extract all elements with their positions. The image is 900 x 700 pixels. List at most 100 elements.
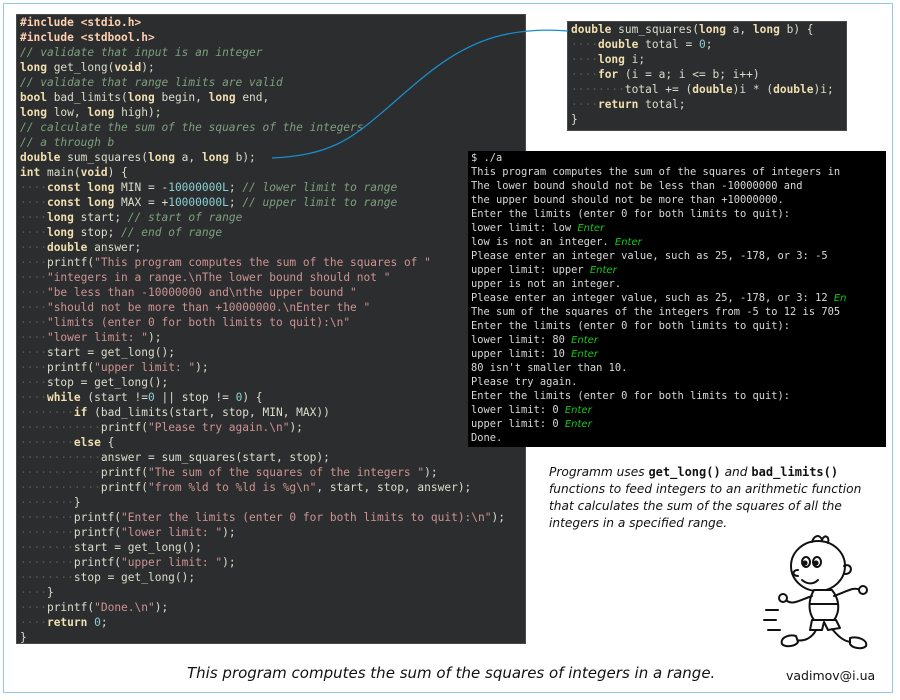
code-token: 0 <box>699 38 706 51</box>
code-token: ········ <box>20 406 74 419</box>
code-token: ; <box>228 196 243 209</box>
code-token: ···· <box>20 391 47 404</box>
enter-key-hint: En <box>833 293 847 304</box>
main-code-line: #include <stdio.h> <box>17 15 525 30</box>
function-code-line: ····return total; <box>568 97 846 112</box>
terminal-output: $ ./a This program computes the sum of th… <box>468 151 886 447</box>
enter-key-hint: Enter <box>589 265 617 276</box>
code-token: total; <box>638 98 686 111</box>
code-token: bool <box>20 91 47 104</box>
terminal-line: Enter the limits (enter 0 for both limit… <box>468 389 886 403</box>
code-token: "lower limit: " <box>121 526 223 539</box>
code-token: printf( <box>46 361 95 374</box>
code-token: ···· <box>20 301 47 314</box>
code-token: } <box>73 496 81 509</box>
terminal-text: upper is not an integer. <box>471 278 622 290</box>
terminal-line: upper limit: 10 Enter <box>468 347 886 361</box>
code-token: double <box>773 83 814 96</box>
main-code-line: // a through b <box>17 135 525 150</box>
code-token: double <box>597 38 639 51</box>
code-token: long <box>20 61 47 74</box>
code-token: main( <box>40 166 81 179</box>
sum-squares-code-panel: double sum_squares(long a, long b) {····… <box>567 21 847 131</box>
code-token: ) { <box>242 391 263 404</box>
code-token: high); <box>114 106 162 119</box>
code-token: answer; <box>87 241 142 254</box>
code-token: long <box>46 226 74 239</box>
code-token: } <box>20 631 27 644</box>
code-token: ···· <box>571 38 598 51</box>
code-token: // calculate the sum of the squares of t… <box>20 121 364 134</box>
main-code-line: ····double answer; <box>17 240 525 255</box>
main-code-line: // validate that input is an integer <box>17 45 525 60</box>
running-boy-icon <box>763 535 868 650</box>
main-code-line: long low, long high); <box>17 105 525 120</box>
function-code-line: ····for (i = a; i <= b; i++) <box>568 67 846 82</box>
code-token: #include <stdbool.h> <box>20 31 155 44</box>
code-token: ···· <box>571 98 598 111</box>
code-token: a, <box>174 151 202 164</box>
main-code-line: ········else { <box>17 435 525 450</box>
code-token: stop = get_long(); <box>73 571 196 584</box>
main-code-line: ············printf("The sum of the squar… <box>17 465 525 480</box>
code-token: ···· <box>20 601 47 614</box>
code-token: i; <box>624 53 646 66</box>
code-token: ········ <box>20 556 74 569</box>
code-token: ········ <box>20 496 74 509</box>
main-code-line: ············printf("from %ld to %ld is %… <box>17 480 525 495</box>
code-token: low, <box>46 106 88 119</box>
code-token: ···· <box>20 616 47 629</box>
terminal-line: 80 isn't smaller than 10. <box>468 361 886 375</box>
code-token: get_long( <box>46 61 115 74</box>
terminal-line: lower limit: low Enter <box>468 221 886 235</box>
code-token: (bad_limits(start, stop, MIN, MAX)) <box>87 406 330 419</box>
terminal-text: upper limit: upper <box>471 264 590 276</box>
code-token: ············ <box>20 421 101 434</box>
main-code-line: bool bad_limits(long begin, long end, <box>17 90 525 105</box>
enter-key-hint: Enter <box>564 405 592 416</box>
code-token: "integers in a range.\nThe lower bound s… <box>46 271 391 284</box>
code-token: "Enter the limits (enter 0 for both limi… <box>121 511 492 524</box>
code-token: ···· <box>20 331 47 344</box>
code-token: "upper limit: " <box>121 556 223 569</box>
code-token: )i; <box>813 83 834 96</box>
code-token: begin, <box>154 91 209 104</box>
terminal-text: the upper bound should not be more than … <box>471 194 784 206</box>
code-token: "limits (enter 0 for both limits to quit… <box>46 316 351 329</box>
code-token: total += ( <box>624 83 693 96</box>
main-code-line: ····"be less than -10000000 and\nthe upp… <box>17 285 525 300</box>
main-code-line: ········if (bad_limits(start, stop, MIN,… <box>17 405 525 420</box>
code-token: double <box>571 23 612 36</box>
main-code-line: // calculate the sum of the squares of t… <box>17 120 525 135</box>
code-token: 0 <box>148 391 155 404</box>
code-token: ········ <box>20 436 74 449</box>
code-token: ); <box>222 526 236 539</box>
code-token: // validate that range limits are valid <box>20 76 283 89</box>
enter-key-hint: Enter <box>564 419 592 430</box>
main-code-line: double sum_squares(long a, long b); <box>17 150 525 165</box>
code-token: // upper limit to range <box>242 196 398 209</box>
code-token: ···· <box>20 211 47 224</box>
main-code-line: ············printf("Please try again.\n"… <box>17 420 525 435</box>
code-token: const long <box>46 181 115 194</box>
code-token: ); <box>424 466 438 479</box>
terminal-text: Done. <box>471 432 503 444</box>
main-code-line: ····printf("Done.\n"); <box>17 600 525 615</box>
code-token: ···· <box>20 376 47 389</box>
terminal-line: upper limit: upper Enter <box>468 263 886 277</box>
enter-key-hint: Enter <box>571 349 598 360</box>
code-token: ···· <box>20 586 47 599</box>
code-token: stop; <box>73 226 122 239</box>
main-code-line: ····return 0; <box>17 615 525 630</box>
code-token: 10000000L <box>168 196 229 209</box>
function-code-line: ····long i; <box>568 52 846 67</box>
code-token: stop = get_long(); <box>46 376 169 389</box>
code-token: ············ <box>20 481 101 494</box>
main-code-line: ····stop = get_long(); <box>17 375 525 390</box>
terminal-line: This program computes the sum of the squ… <box>468 165 886 179</box>
terminal-line: The sum of the squares of the integers f… <box>468 305 886 319</box>
code-token: ; <box>705 38 713 51</box>
code-token: sum_squares( <box>60 151 148 164</box>
code-token: ········ <box>20 511 74 524</box>
caption-text-prefix: Programm uses <box>549 465 649 479</box>
